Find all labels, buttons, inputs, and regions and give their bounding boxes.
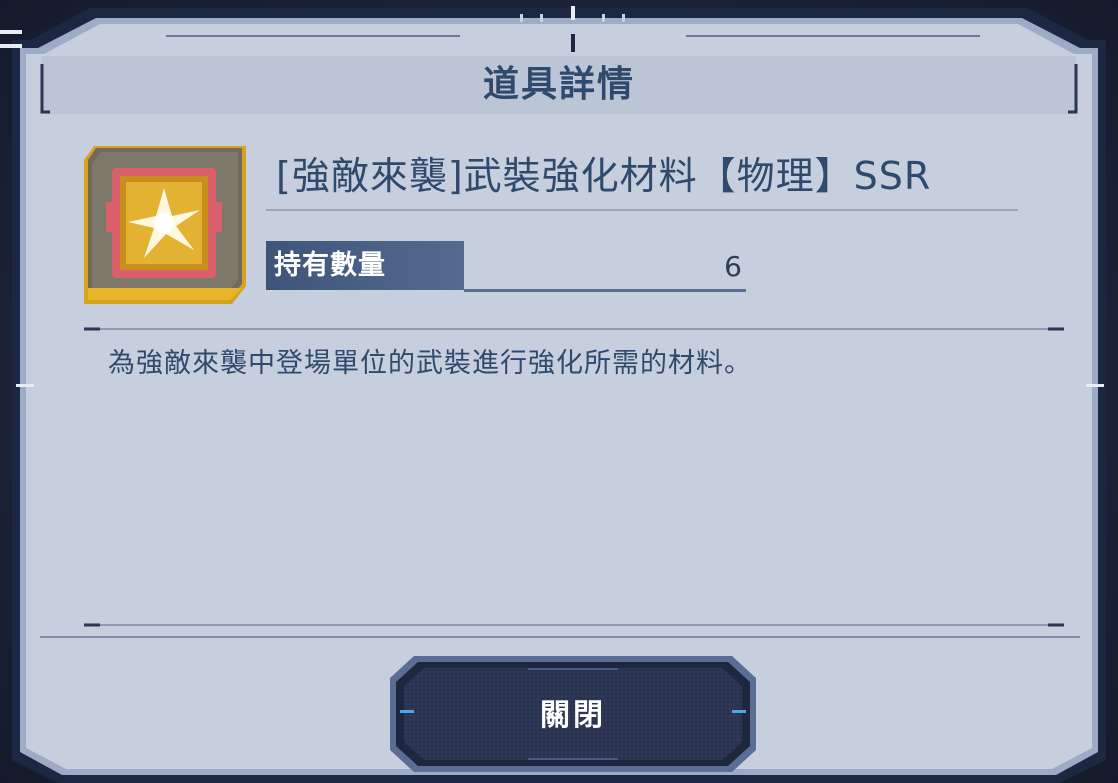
ssr-weapon-material-icon — [82, 138, 248, 308]
quantity-label: 持有數量 — [266, 241, 464, 290]
dialog-title: 道具詳情 — [482, 64, 635, 105]
quantity-row: 持有數量 6 — [266, 241, 746, 292]
game-screen: 道具詳情 [強敵來襲]武裝強化材料【物理】SSR 持有數量 6 為強敵來襲中登場… — [0, 0, 1118, 783]
item-description: 為強敵來襲中登場單位的武裝進行強化所需的材料。 — [108, 348, 752, 379]
close-button-label: 關閉 — [540, 698, 606, 733]
item-name-divider — [266, 209, 1018, 211]
item-name: [強敵來襲]武裝強化材料【物理】SSR — [276, 154, 932, 198]
quantity-value: 6 — [724, 250, 742, 283]
quantity-underline — [464, 289, 746, 292]
close-button[interactable]: 關閉 — [388, 654, 758, 774]
